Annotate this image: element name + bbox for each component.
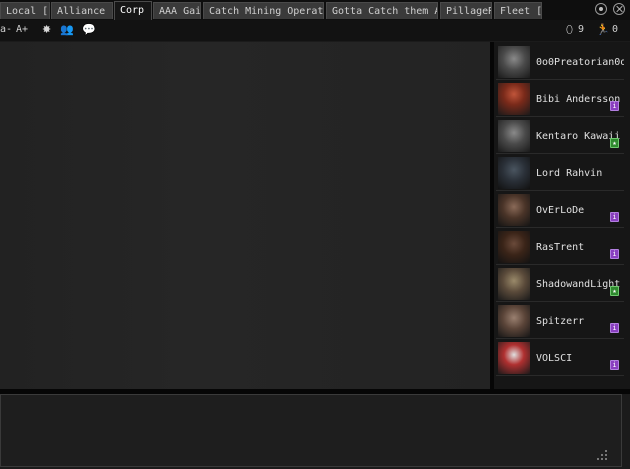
tab-pillager[interactable]: PillageR xyxy=(440,2,492,19)
avatar xyxy=(498,231,530,263)
corp-badge-icon: i xyxy=(610,249,619,259)
tab-catch-mining[interactable]: Catch Mining Operatio xyxy=(203,2,324,19)
chat-bubble-icon[interactable]: 💬 xyxy=(82,23,96,36)
member-row[interactable]: Bibi Andersson i xyxy=(496,81,624,117)
member-row[interactable]: 0o0Preatorian0o0 xyxy=(496,44,624,80)
member-list[interactable]: 0o0Preatorian0o0 Bibi Andersson i Kentar… xyxy=(494,42,630,389)
capsule-icon: ⬯ xyxy=(566,23,573,36)
tab-corp[interactable]: Corp xyxy=(114,1,152,20)
tab-gotta-catch[interactable]: Gotta Catch them Al xyxy=(326,2,438,19)
member-row[interactable]: OvErLoDe i xyxy=(496,192,624,228)
avatar xyxy=(498,305,530,337)
tab-aaa[interactable]: AAA Gai xyxy=(153,2,201,19)
message-input[interactable] xyxy=(0,394,622,467)
running-person-icon: 🏃 xyxy=(596,23,610,36)
member-count: 9 xyxy=(578,24,585,35)
resize-grip-icon[interactable] xyxy=(597,450,609,460)
avatar xyxy=(498,342,530,374)
member-row[interactable]: ShadowandLight ★ xyxy=(496,266,624,302)
corp-badge-icon: i xyxy=(610,101,619,111)
member-row[interactable]: Kentaro Kawaii ★ xyxy=(496,118,624,154)
avatar xyxy=(498,194,530,226)
star-badge-icon: ★ xyxy=(610,286,619,296)
avatar xyxy=(498,120,530,152)
avatar xyxy=(498,46,530,78)
avatar xyxy=(498,83,530,115)
settings-icon[interactable]: ✸ xyxy=(42,23,51,36)
member-row[interactable]: Lord Rahvin xyxy=(496,155,624,191)
activity-count: 0 xyxy=(612,24,619,35)
close-icon[interactable] xyxy=(613,3,625,15)
member-row[interactable]: VOLSCI i xyxy=(496,340,624,376)
members-icon[interactable]: 👥 xyxy=(60,23,74,36)
tab-local[interactable]: Local [1 xyxy=(0,2,50,19)
tab-fleet[interactable]: Fleet [1 xyxy=(494,2,542,19)
corp-badge-icon: i xyxy=(610,323,619,333)
corp-badge-icon: i xyxy=(610,360,619,370)
chat-message-area[interactable] xyxy=(0,42,490,389)
avatar xyxy=(498,157,530,189)
channel-tab-bar: Local [1 Alliance [1 Corp AAA Gai Catch … xyxy=(0,0,630,20)
member-name: 0o0Preatorian0o0 xyxy=(536,57,624,68)
avatar xyxy=(498,268,530,300)
member-name: Lord Rahvin xyxy=(536,168,603,179)
star-badge-icon: ★ xyxy=(610,138,619,148)
font-smaller-button[interactable]: a- xyxy=(0,24,12,35)
tab-alliance[interactable]: Alliance [1 xyxy=(51,2,113,19)
chat-toolbar: a- A+ ✸ 👥 💬 ⬯ 9 🏃 0 xyxy=(0,20,630,41)
member-row[interactable]: RasTrent i xyxy=(496,229,624,265)
corp-badge-icon: i xyxy=(610,212,619,222)
member-row[interactable]: Spitzerr i xyxy=(496,303,624,339)
font-larger-button[interactable]: A+ xyxy=(16,24,28,35)
window-options-icon[interactable] xyxy=(595,3,607,15)
